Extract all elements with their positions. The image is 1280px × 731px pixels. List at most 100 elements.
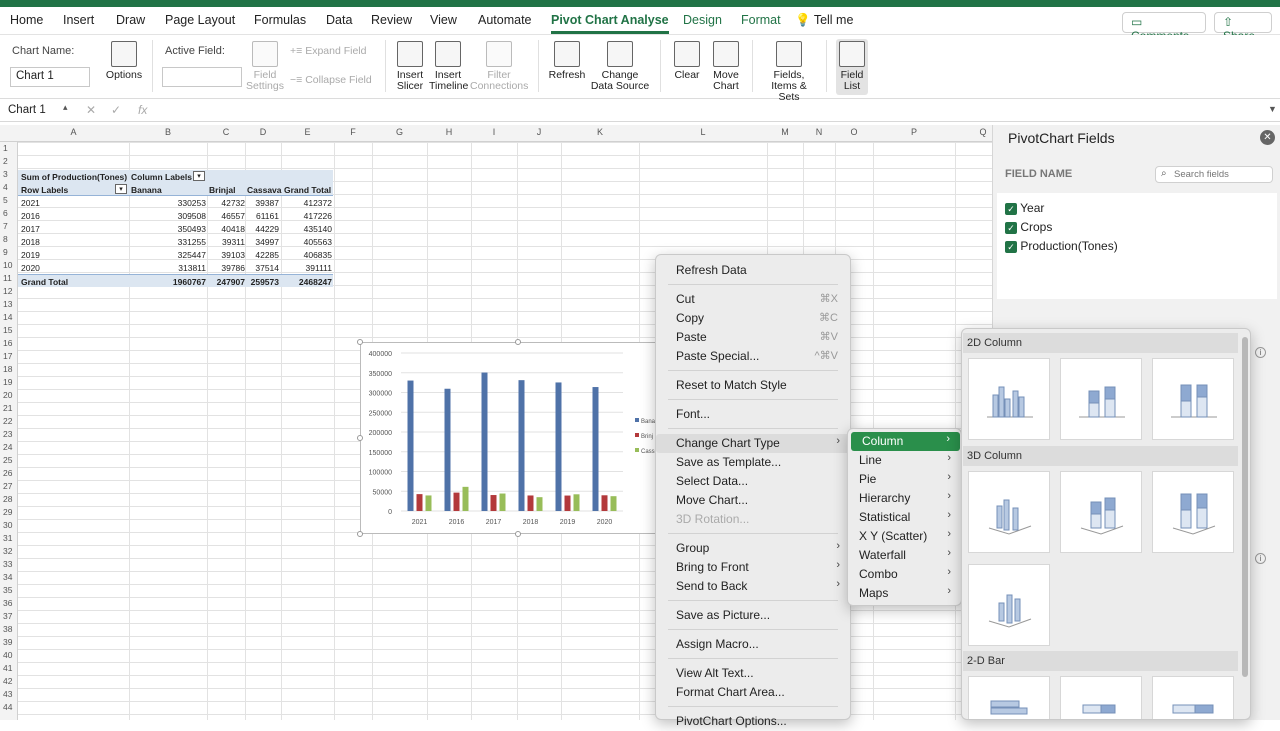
menu-item-reset-to-match-style[interactable]: Reset to Match Style xyxy=(656,376,850,395)
resize-handle[interactable] xyxy=(357,531,363,537)
row-header[interactable]: 23 xyxy=(0,429,18,439)
pivot-row-label[interactable]: 2016 xyxy=(21,211,40,221)
chart-type-line[interactable]: Line › xyxy=(848,451,961,470)
tab-format[interactable]: Format xyxy=(741,13,781,27)
pivot-row-label[interactable]: 2017 xyxy=(21,224,40,234)
row-header[interactable]: 2 xyxy=(0,156,18,166)
tell-me[interactable]: 💡 Tell me xyxy=(795,13,853,28)
pivot-cell[interactable]: 40418 xyxy=(221,224,245,234)
row-header[interactable]: 16 xyxy=(0,338,18,348)
row-header[interactable]: 33 xyxy=(0,559,18,569)
chart-type-maps[interactable]: Maps › xyxy=(848,584,961,603)
pivot-cell[interactable]: 42732 xyxy=(221,198,245,208)
row-header[interactable]: 12 xyxy=(0,286,18,296)
pivot-cell[interactable]: 39387 xyxy=(255,198,279,208)
options-button[interactable]: Options xyxy=(104,41,144,81)
stacked-bar-option[interactable] xyxy=(1060,676,1142,719)
pivot-row-label[interactable]: 2019 xyxy=(21,250,40,260)
checkbox-checked-icon[interactable]: ✓ xyxy=(1005,241,1017,253)
checkbox-checked-icon[interactable]: ✓ xyxy=(1005,222,1017,234)
menu-item-refresh-data[interactable]: Refresh Data xyxy=(656,261,850,280)
pivot-total-cell[interactable]: 2468247 xyxy=(299,277,332,287)
row-header[interactable]: 41 xyxy=(0,663,18,673)
pivot-total-cell[interactable]: 247907 xyxy=(217,277,245,287)
chart-type-statistical[interactable]: Statistical › xyxy=(848,508,961,527)
pivot-value-field[interactable]: Sum of Production(Tones) xyxy=(21,172,127,182)
menu-item-change-chart-type[interactable]: Change Chart Type › xyxy=(656,434,850,453)
clustered-column-option[interactable] xyxy=(968,358,1050,440)
row-header[interactable]: 9 xyxy=(0,247,18,257)
menu-item-3d-rotation[interactable]: 3D Rotation... xyxy=(656,510,850,529)
resize-handle[interactable] xyxy=(357,435,363,441)
pivot-total-cell[interactable]: 1960767 xyxy=(173,277,206,287)
menu-item-cut[interactable]: Cut ⌘X xyxy=(656,290,850,309)
row-header[interactable]: 24 xyxy=(0,442,18,452)
refresh-button[interactable]: Refresh xyxy=(547,41,587,81)
tab-view[interactable]: View xyxy=(430,13,457,27)
pivot-cell[interactable]: 350493 xyxy=(178,224,206,234)
menu-item-copy[interactable]: Copy ⌘C xyxy=(656,309,850,328)
row-header[interactable]: 10 xyxy=(0,260,18,270)
comments-button[interactable]: ▭ Comments xyxy=(1122,12,1206,43)
column-labels-header[interactable]: Column Labels xyxy=(131,172,192,182)
filter-dropdown-icon[interactable]: ▾ xyxy=(115,184,127,194)
row-header[interactable]: 36 xyxy=(0,598,18,608)
share-button[interactable]: ⇧ Share xyxy=(1214,12,1272,43)
row-header[interactable]: 40 xyxy=(0,650,18,660)
column-header[interactable]: L xyxy=(639,127,767,137)
row-header[interactable]: 30 xyxy=(0,520,18,530)
column-header[interactable]: N xyxy=(803,127,835,137)
row-header[interactable]: 19 xyxy=(0,377,18,387)
row-header[interactable]: 13 xyxy=(0,299,18,309)
pivot-cell[interactable]: 37514 xyxy=(255,263,279,273)
pivot-cell[interactable]: 412372 xyxy=(304,198,332,208)
tab-home[interactable]: Home xyxy=(10,13,43,27)
chart-type-combo[interactable]: Combo › xyxy=(848,565,961,584)
row-header[interactable]: 4 xyxy=(0,182,18,192)
menu-item-font[interactable]: Font... xyxy=(656,405,850,424)
column-header[interactable]: P xyxy=(873,127,955,137)
field-item-production[interactable]: ✓ Production(Tones) xyxy=(1005,239,1118,253)
column-header[interactable]: O xyxy=(835,127,873,137)
tab-pivot-chart-analyse[interactable]: Pivot Chart Analyse xyxy=(551,13,669,34)
column-header[interactable]: K xyxy=(561,127,639,137)
pivot-cell[interactable]: 34997 xyxy=(255,237,279,247)
row-header[interactable]: 6 xyxy=(0,208,18,218)
filter-connections-button[interactable]: Filter Connections xyxy=(470,41,528,92)
row-header[interactable]: 17 xyxy=(0,351,18,361)
field-list-button[interactable]: Field List xyxy=(836,39,868,95)
check-icon[interactable]: ✓ xyxy=(111,103,121,117)
clustered-bar-option[interactable] xyxy=(968,676,1050,719)
row-header[interactable]: 32 xyxy=(0,546,18,556)
row-header[interactable]: 38 xyxy=(0,624,18,634)
row-header[interactable]: 21 xyxy=(0,403,18,413)
pivot-cell[interactable]: 325447 xyxy=(178,250,206,260)
pivot-cell[interactable]: 391111 xyxy=(306,263,332,273)
resize-handle[interactable] xyxy=(357,339,363,345)
row-header[interactable]: 7 xyxy=(0,221,18,231)
pivot-cell[interactable]: 406835 xyxy=(304,250,332,260)
active-field-input[interactable] xyxy=(162,67,242,87)
tab-insert[interactable]: Insert xyxy=(63,13,94,27)
pivot-cell[interactable]: 331255 xyxy=(178,237,206,247)
pivot-cell[interactable]: 417226 xyxy=(304,211,332,221)
row-header[interactable]: 29 xyxy=(0,507,18,517)
pivot-cell[interactable]: 435140 xyxy=(304,224,332,234)
menu-item-select-data[interactable]: Select Data... xyxy=(656,472,850,491)
pivot-cell[interactable]: 42285 xyxy=(255,250,279,260)
info-icon[interactable]: i xyxy=(1255,347,1266,358)
fx-label[interactable]: fx xyxy=(138,103,147,117)
row-header[interactable]: 34 xyxy=(0,572,18,582)
column-header[interactable]: B xyxy=(129,127,207,137)
menu-item-paste-special[interactable]: Paste Special... ^⌘V xyxy=(656,347,850,366)
row-labels-header[interactable]: Row Labels xyxy=(21,185,68,195)
row-header[interactable]: 28 xyxy=(0,494,18,504)
pivot-cell[interactable]: 405563 xyxy=(304,237,332,247)
pivot-cell[interactable]: 309508 xyxy=(178,211,206,221)
column-header[interactable]: G xyxy=(372,127,427,137)
tab-design[interactable]: Design xyxy=(683,13,722,27)
pivot-cell[interactable]: 39786 xyxy=(221,263,245,273)
row-header[interactable]: 1 xyxy=(0,143,18,153)
menu-item-group[interactable]: Group › xyxy=(656,539,850,558)
column-header[interactable]: I xyxy=(471,127,517,137)
